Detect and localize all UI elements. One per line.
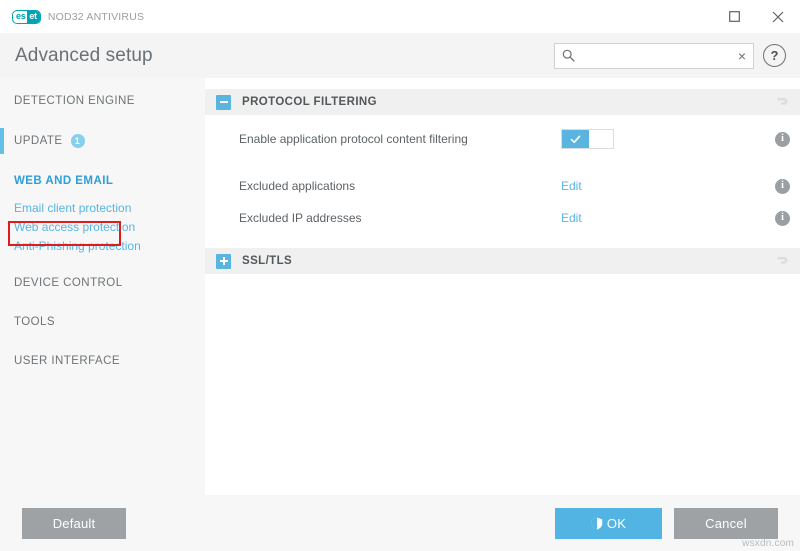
info-icon[interactable]: i bbox=[775, 178, 790, 194]
update-count-badge: 1 bbox=[70, 134, 85, 148]
sidebar-item-update[interactable]: UPDATE 1 bbox=[0, 128, 205, 154]
search-clear-button[interactable]: × bbox=[736, 49, 748, 63]
settings-content: PROTOCOL FILTERING Enable application pr… bbox=[205, 78, 800, 495]
cancel-button[interactable]: Cancel bbox=[674, 507, 778, 539]
info-icon[interactable]: i bbox=[775, 131, 790, 147]
section-header-ssl-tls[interactable]: SSL/TLS bbox=[205, 248, 800, 274]
section-title: SSL/TLS bbox=[242, 255, 293, 267]
close-button[interactable] bbox=[756, 0, 800, 33]
reset-icon[interactable] bbox=[776, 254, 790, 268]
sidebar-item-tools[interactable]: TOOLS bbox=[0, 310, 205, 334]
ok-button-label: OK bbox=[606, 515, 627, 531]
app-brand: es et NOD32 ANTIVIRUS bbox=[12, 9, 145, 24]
row-excluded-ip-addresses: Excluded IP addresses Edit i bbox=[205, 206, 800, 230]
reset-icon[interactable] bbox=[776, 95, 790, 109]
section-title: PROTOCOL FILTERING bbox=[242, 96, 377, 108]
setting-control: Edit bbox=[561, 179, 775, 193]
sidebar-item-label: DEVICE CONTROL bbox=[14, 277, 123, 289]
ok-button[interactable]: OK bbox=[555, 507, 662, 539]
row-enable-application-protocol-content-filtering: Enable application protocol content filt… bbox=[205, 127, 800, 151]
window-controls bbox=[712, 0, 800, 33]
enable-protocol-filtering-toggle[interactable] bbox=[561, 129, 614, 149]
setting-label: Excluded applications bbox=[239, 179, 356, 193]
title-bar: es et NOD32 ANTIVIRUS bbox=[0, 0, 800, 33]
maximize-button[interactable] bbox=[712, 0, 756, 33]
sidebar-item-label: WEB AND EMAIL bbox=[14, 175, 114, 187]
close-icon bbox=[772, 11, 784, 22]
eset-logo-es: es bbox=[16, 11, 26, 21]
sidebar-item-web-access-protection[interactable]: Web access protection bbox=[14, 219, 205, 236]
search-icon bbox=[562, 49, 575, 62]
watermark: wsxdn.com bbox=[742, 538, 794, 549]
minus-icon[interactable] bbox=[216, 94, 231, 110]
header-actions: × ? bbox=[554, 42, 786, 69]
help-button[interactable]: ? bbox=[763, 44, 786, 67]
setting-label: Enable application protocol content filt… bbox=[239, 132, 468, 146]
search-box[interactable]: × bbox=[554, 42, 754, 69]
shield-icon bbox=[591, 517, 603, 530]
check-icon bbox=[570, 135, 581, 143]
sidebar-item-anti-phishing-protection[interactable]: Anti-Phishing protection bbox=[14, 238, 205, 255]
toggle-off-half bbox=[589, 130, 613, 148]
sidebar-item-label: TOOLS bbox=[14, 316, 56, 328]
sidebar-item-label: UPDATE bbox=[14, 135, 63, 147]
plus-icon[interactable] bbox=[216, 253, 231, 269]
sidebar-item-label: USER INTERFACE bbox=[14, 355, 120, 367]
sidebar-item-web-and-email[interactable]: WEB AND EMAIL bbox=[0, 169, 205, 193]
sidebar-subitems: Email client protection Web access prote… bbox=[0, 199, 205, 255]
page-title: Advanced setup bbox=[15, 44, 153, 66]
row-excluded-applications: Excluded applications Edit i bbox=[205, 174, 800, 198]
product-name: NOD32 ANTIVIRUS bbox=[47, 10, 145, 23]
excluded-applications-edit-link[interactable]: Edit bbox=[561, 179, 582, 193]
search-input[interactable] bbox=[575, 48, 736, 63]
default-button[interactable]: Default bbox=[22, 507, 126, 539]
sidebar-item-detection-engine[interactable]: DETECTION ENGINE bbox=[0, 89, 205, 113]
eset-logo: es et bbox=[12, 9, 41, 24]
maximize-icon bbox=[728, 11, 740, 22]
sidebar-item-device-control[interactable]: DEVICE CONTROL bbox=[0, 271, 205, 295]
dialog-footer: Default OK Cancel wsxdn.com bbox=[0, 495, 800, 551]
info-icon[interactable]: i bbox=[775, 210, 790, 226]
setting-label: Excluded IP addresses bbox=[239, 211, 362, 225]
setting-control bbox=[561, 129, 775, 149]
excluded-ip-addresses-edit-link[interactable]: Edit bbox=[561, 211, 582, 225]
toggle-on-half bbox=[562, 130, 589, 148]
sidebar: DETECTION ENGINE UPDATE 1 WEB AND EMAIL … bbox=[0, 78, 205, 495]
page-header: Advanced setup × ? bbox=[0, 33, 800, 78]
sidebar-item-label: DETECTION ENGINE bbox=[14, 95, 135, 107]
footer-primary-actions: OK Cancel bbox=[555, 507, 778, 539]
setting-control: Edit bbox=[561, 211, 775, 225]
body-area: DETECTION ENGINE UPDATE 1 WEB AND EMAIL … bbox=[0, 78, 800, 495]
eset-logo-et: et bbox=[27, 10, 40, 23]
sidebar-item-user-interface[interactable]: USER INTERFACE bbox=[0, 349, 205, 373]
advanced-setup-window: es et NOD32 ANTIVIRUS Advanced setup × ?… bbox=[0, 0, 800, 551]
section-header-protocol-filtering[interactable]: PROTOCOL FILTERING bbox=[205, 89, 800, 115]
sidebar-item-email-client-protection[interactable]: Email client protection bbox=[14, 200, 205, 217]
